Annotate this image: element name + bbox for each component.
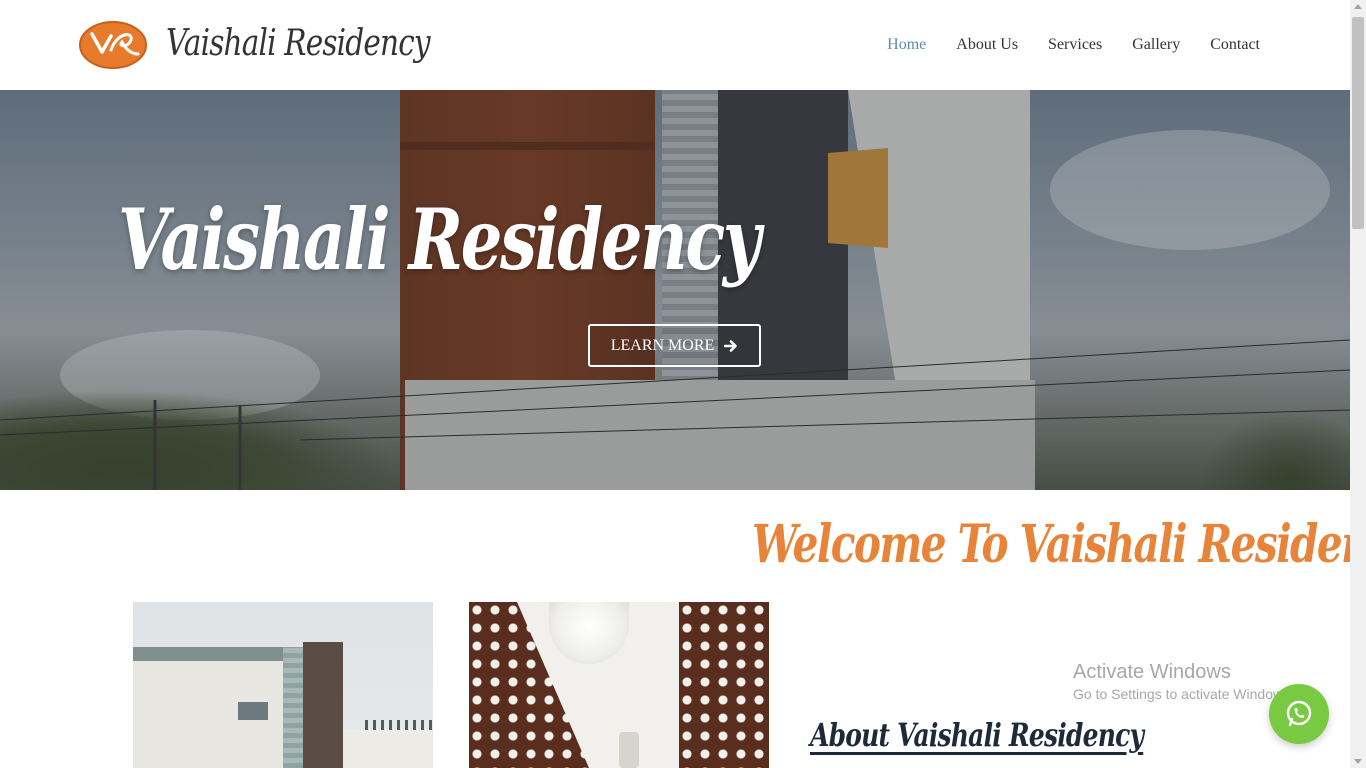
scroll-up-icon[interactable] — [1354, 4, 1362, 9]
nav-contact[interactable]: Contact — [1210, 30, 1260, 60]
whatsapp-button[interactable] — [1269, 684, 1329, 744]
photo-dark-column — [303, 642, 343, 768]
hero-banner: Vaishali Residency LEARN MORE — [0, 90, 1350, 490]
ceiling-fan — [619, 732, 639, 768]
nav-home[interactable]: Home — [887, 30, 926, 60]
ceiling-pattern — [679, 602, 769, 768]
windows-activation-watermark: Activate Windows Go to Settings to activ… — [1073, 660, 1294, 704]
photo-railing — [365, 720, 433, 730]
logo-icon[interactable] — [78, 20, 148, 70]
nav-gallery[interactable]: Gallery — [1132, 30, 1180, 60]
learn-more-button[interactable]: LEARN MORE — [588, 324, 761, 367]
about-heading[interactable]: About Vaishali Residency — [810, 712, 1144, 758]
scroll-thumb[interactable] — [1352, 17, 1364, 229]
photo-low-roof — [343, 730, 433, 768]
watermark-line-2: Go to Settings to activate Windows. — [1073, 686, 1294, 702]
watermark-line-1: Activate Windows — [1073, 661, 1231, 683]
hero-overlay — [0, 90, 1350, 490]
chandelier — [549, 602, 629, 664]
scroll-down-icon[interactable] — [1354, 759, 1362, 764]
nav-about-us[interactable]: About Us — [956, 30, 1018, 60]
learn-more-label: LEARN MORE — [610, 336, 715, 354]
arrow-right-icon — [724, 339, 738, 352]
brand-name[interactable]: Vaishali Residency — [166, 20, 431, 68]
page-scrollbar[interactable] — [1350, 0, 1366, 768]
whatsapp-icon — [1286, 700, 1312, 727]
main-nav: Home About Us Services Gallery Contact — [887, 30, 1260, 60]
hero-title: Vaishali Residency — [118, 190, 761, 289]
nav-services[interactable]: Services — [1048, 30, 1102, 60]
photo-window — [238, 702, 268, 720]
interior-photo[interactable] — [469, 602, 769, 768]
welcome-heading: Welcome To Vaishali Residency — [752, 514, 1366, 575]
site-header: Vaishali Residency Home About Us Service… — [0, 0, 1350, 90]
building-photo[interactable] — [133, 602, 433, 768]
